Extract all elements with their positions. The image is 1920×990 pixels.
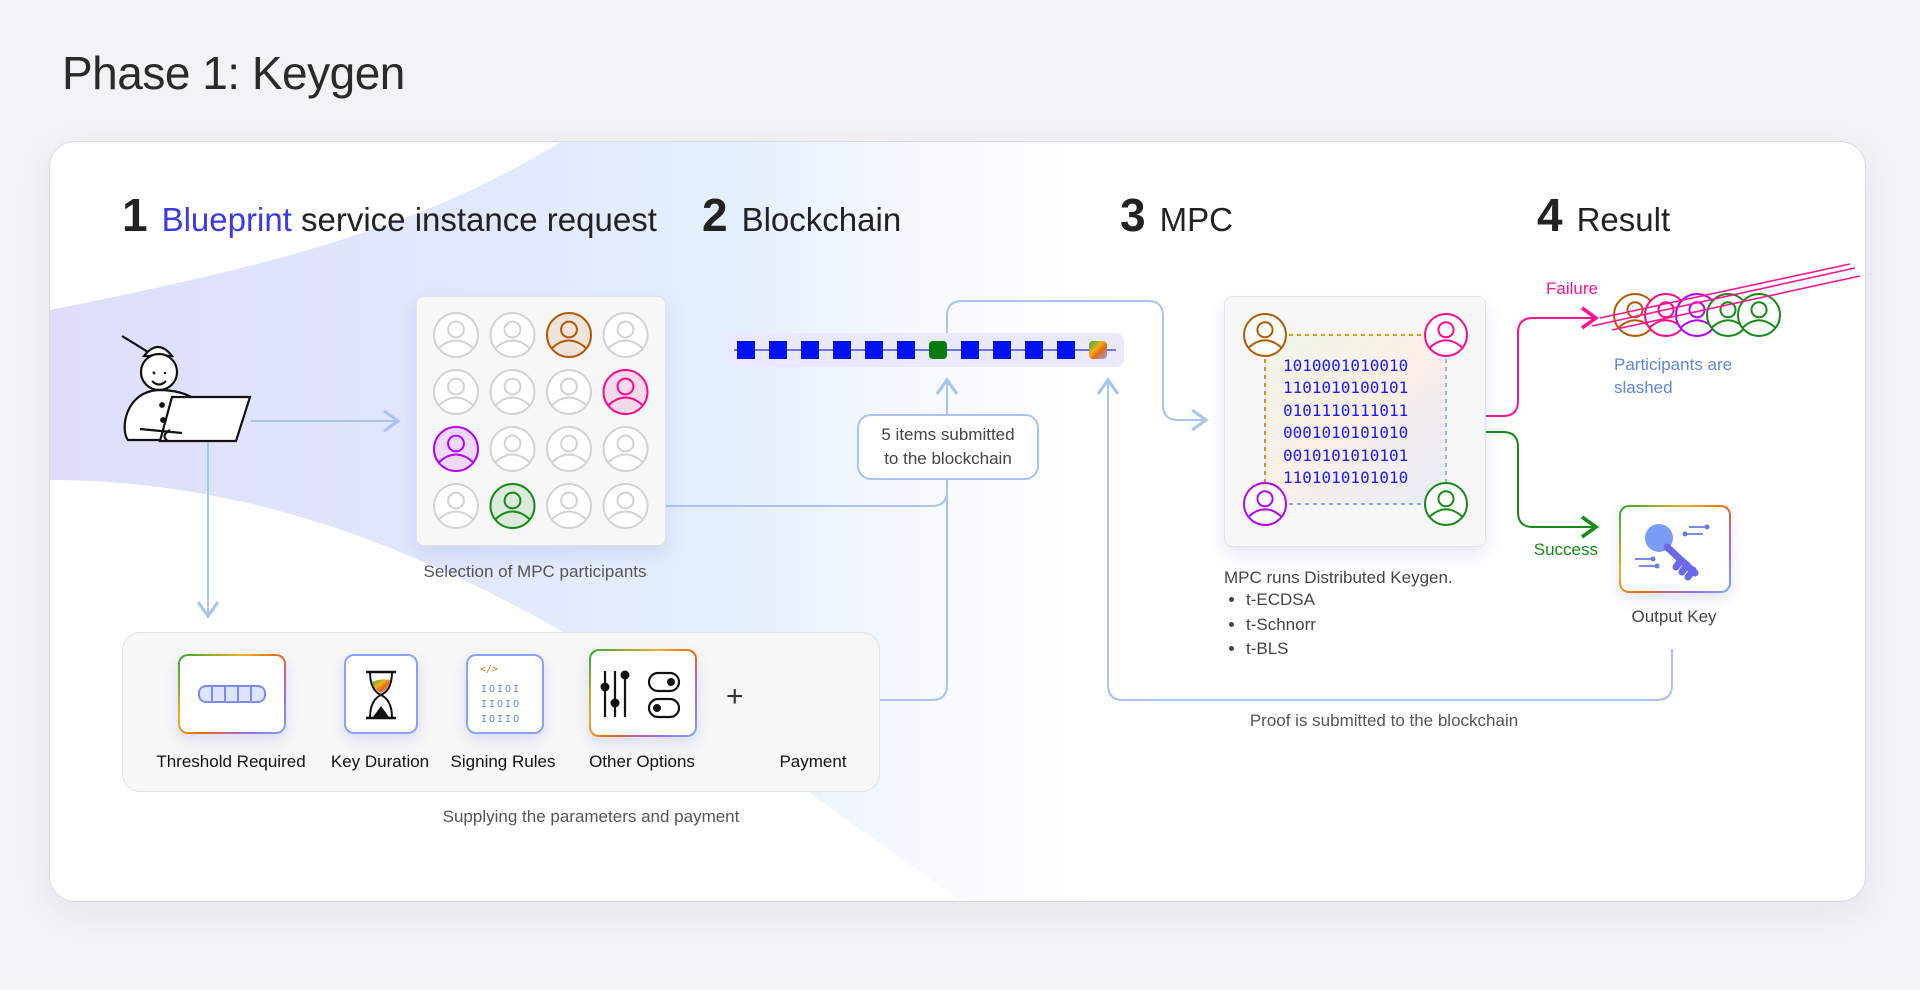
callout-line: to the blockchain xyxy=(884,449,1012,468)
code-binary-icon: IOIOI IIOIO IOIIO xyxy=(481,682,521,727)
avatar-icon xyxy=(1243,482,1287,526)
algorithm-item: t-ECDSA xyxy=(1246,588,1453,613)
param-label: Threshold Required xyxy=(156,752,306,771)
key-icon xyxy=(1635,524,1710,581)
avatar-icon xyxy=(433,426,479,472)
key-duration-tile[interactable] xyxy=(344,654,418,734)
avatar-icon xyxy=(1424,482,1468,526)
sliders-toggles-icon xyxy=(600,670,681,719)
block xyxy=(737,341,755,359)
param-label: Other Options xyxy=(589,752,695,771)
block xyxy=(1025,341,1043,359)
param-label: Key Duration xyxy=(330,752,430,771)
hourglass-icon xyxy=(366,670,396,720)
avatar-icon xyxy=(489,483,536,529)
block xyxy=(769,341,787,359)
avatar-icon xyxy=(602,369,649,415)
step-4-heading: 4 Result xyxy=(1537,188,1670,242)
block xyxy=(961,341,979,359)
slashed-line: Participants are xyxy=(1614,355,1733,374)
avatar-icon xyxy=(1737,293,1781,337)
step-number: 4 xyxy=(1537,189,1563,241)
plus-sign: + xyxy=(726,680,744,713)
block xyxy=(993,341,1011,359)
participants-grid xyxy=(416,296,666,546)
block xyxy=(1057,341,1075,359)
step-title: MPC xyxy=(1159,201,1233,238)
other-options-tile[interactable] xyxy=(589,649,697,737)
signing-rules-tile[interactable]: </> IOIOI IIOIO IOIIO xyxy=(466,654,544,734)
block xyxy=(897,341,915,359)
avatar-icon xyxy=(546,483,592,529)
mpc-caption: MPC runs Distributed Keygen. t-ECDSAt-Sc… xyxy=(1224,568,1453,662)
step-title: Blockchain xyxy=(741,201,902,238)
block xyxy=(1089,341,1107,359)
block xyxy=(801,341,819,359)
success-label: Success xyxy=(1533,540,1598,559)
participants-caption: Selection of MPC participants xyxy=(423,562,647,581)
failure-label: Failure xyxy=(1546,279,1598,298)
param-label: Payment xyxy=(779,752,847,771)
callout-line: 5 items submitted xyxy=(881,425,1015,444)
step-title: service instance request xyxy=(291,201,657,238)
block xyxy=(833,341,851,359)
step-number: 1 xyxy=(122,189,148,241)
algorithm-list: t-ECDSAt-Schnorrt-BLS xyxy=(1224,588,1453,662)
blockchain-callout: 5 items submitted to the blockchain xyxy=(857,414,1039,480)
avatar-icon xyxy=(1243,313,1287,357)
slashed-line: slashed xyxy=(1614,378,1673,397)
parameters-caption: Supplying the parameters and payment xyxy=(442,807,740,826)
avatar-icon xyxy=(489,426,536,472)
avatar-icon xyxy=(1424,313,1468,357)
arrow-failure xyxy=(1484,306,1600,417)
avatar-icon xyxy=(433,369,479,415)
arrow-success xyxy=(1484,431,1600,539)
binary-line: IOIIO xyxy=(481,714,522,725)
algorithm-item: t-Schnorr xyxy=(1246,613,1453,638)
block xyxy=(929,341,947,359)
avatar-icon xyxy=(489,312,536,358)
avatar-icon xyxy=(546,369,592,415)
avatar-icon xyxy=(433,483,479,529)
algorithm-item: t-BLS xyxy=(1246,637,1453,662)
output-key-label: Output Key xyxy=(1631,607,1717,626)
output-key-tile xyxy=(1619,505,1731,593)
binary-data: 1010001010010 1101010100101 010111011101… xyxy=(1283,356,1409,488)
step-number: 2 xyxy=(702,189,728,241)
step-number: 3 xyxy=(1120,189,1146,241)
binary-line: IIOIO xyxy=(481,699,522,710)
mpc-caption-text: MPC runs Distributed Keygen. xyxy=(1224,568,1453,587)
avatar-icon xyxy=(489,369,536,415)
step-3-heading: 3 MPC xyxy=(1120,188,1233,242)
avatar-icon xyxy=(546,426,592,472)
block xyxy=(865,341,883,359)
avatar-icon xyxy=(602,426,649,472)
mpc-box: 1010001010010 1101010100101 010111011101… xyxy=(1224,296,1486,547)
proof-caption: Proof is submitted to the blockchain xyxy=(1249,711,1519,730)
threshold-bar-icon xyxy=(198,685,266,703)
slashed-text: Participants are slashed xyxy=(1614,353,1732,399)
diagram-canvas xyxy=(50,142,1861,899)
step-2-heading: 2 Blockchain xyxy=(702,188,901,242)
avatar-icon xyxy=(433,312,479,358)
participant-avatars xyxy=(433,312,649,529)
threshold-tile[interactable] xyxy=(178,654,286,734)
step-title: Result xyxy=(1576,201,1671,238)
code-icon: </> xyxy=(480,664,499,675)
blueprint-link: Blueprint xyxy=(161,201,292,238)
step-1-heading: 1 Blueprint service instance request xyxy=(122,188,657,242)
param-label: Signing Rules xyxy=(450,752,556,771)
binary-line: IOIOI xyxy=(481,684,522,695)
avatar-icon xyxy=(546,312,592,358)
avatar-icon xyxy=(602,483,649,529)
avatar-icon xyxy=(602,312,649,358)
